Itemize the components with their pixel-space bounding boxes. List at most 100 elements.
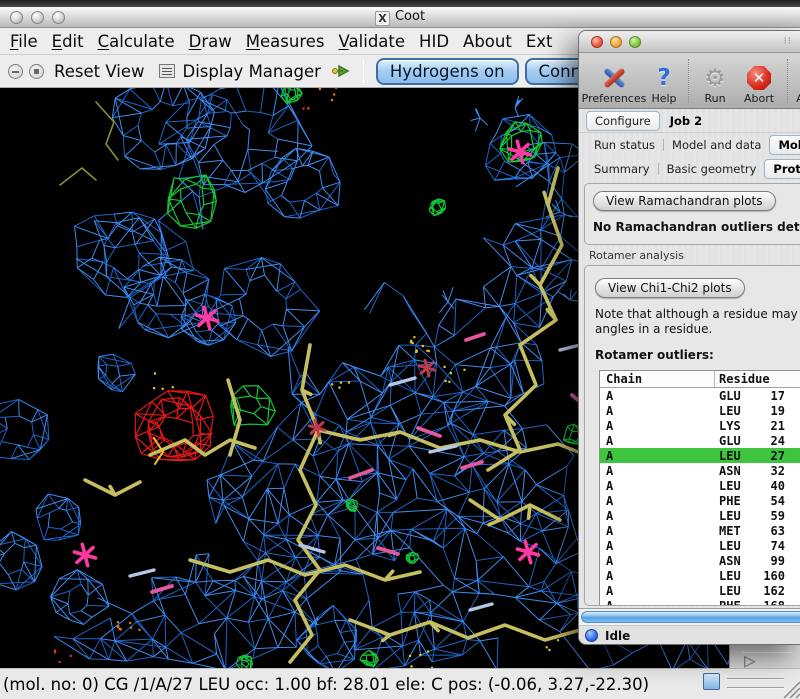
rotamer-row-met-63[interactable]: AMET63: [600, 523, 800, 538]
tab-basic-geometry[interactable]: Basic geometry: [659, 160, 765, 178]
rotamer-outlier-table[interactable]: Chain Residue AGLU17ALEU19ALYS21AGLU24AL…: [599, 370, 800, 606]
scale-swatch[interactable]: [703, 673, 720, 690]
cell-residue: ASN99: [715, 554, 800, 568]
table-body: AGLU17ALEU19ALYS21AGLU24ALEU27AASN32ALEU…: [600, 388, 800, 606]
panel-titlebar[interactable]: ⁝⁝: [579, 31, 800, 53]
panel-minimize-button[interactable]: [610, 36, 622, 48]
tab-run-status[interactable]: Run status: [586, 136, 663, 154]
panel-close-button[interactable]: [591, 36, 603, 48]
menu-item-validate[interactable]: Validate: [339, 32, 406, 51]
display-manager-icon[interactable]: [159, 64, 175, 78]
residue-name: LEU: [719, 584, 755, 598]
preferences-button[interactable]: Preferences: [583, 64, 645, 105]
redo-view-icon[interactable]: [29, 64, 44, 79]
residue-number: 74: [755, 539, 785, 553]
help-button[interactable]: ? Help: [645, 64, 683, 105]
menu-item-draw[interactable]: Draw: [189, 32, 232, 51]
menu-item-calculate[interactable]: Calculate: [98, 32, 175, 51]
residue-number: 40: [755, 479, 785, 493]
rotamer-row-asn-99[interactable]: AASN99: [600, 553, 800, 568]
overflow-tool-button[interactable]: A: [793, 64, 800, 105]
panel-horizontal-scrollbar[interactable]: [579, 608, 800, 625]
residue-name: LEU: [719, 449, 755, 463]
column-residue[interactable]: Residue: [715, 372, 800, 386]
rotamer-row-leu-162[interactable]: ALEU162: [600, 583, 800, 598]
rotamer-row-leu-59[interactable]: ALEU59: [600, 508, 800, 523]
cell-chain: A: [600, 389, 715, 403]
tab-job-2[interactable]: Job 2: [662, 112, 710, 130]
tab-model-and-data[interactable]: Model and data: [664, 136, 769, 154]
expand-triangle-icon[interactable]: ▹: [744, 648, 756, 672]
residue-number: 162: [755, 584, 785, 598]
cross-path: [74, 141, 538, 565]
column-chain[interactable]: Chain: [600, 371, 715, 387]
menu-item-about[interactable]: About: [463, 32, 512, 51]
menu-item-hid[interactable]: HID: [419, 32, 449, 51]
panel-zoom-button[interactable]: [629, 36, 641, 48]
rotamer-row-phe-54[interactable]: APHE54: [600, 493, 800, 508]
hydrogens-toggle-button[interactable]: Hydrogens on: [376, 58, 519, 85]
category-tabs: SummaryBasic geometryProteinC: [579, 157, 800, 180]
rotamer-frame: View Chi1-Chi2 plots Note that although …: [584, 265, 800, 606]
status-bar: (mol. no: 0) CG /1/A/27 LEU occ: 1.00 bf…: [0, 668, 800, 699]
scatter-dots: [54, 107, 310, 663]
rotamer-row-glu-24[interactable]: AGLU24: [600, 433, 800, 448]
cell-residue: LEU74: [715, 539, 800, 553]
cell-residue: LEU40: [715, 479, 800, 493]
rotamer-row-glu-17[interactable]: AGLU17: [600, 388, 800, 403]
cell-residue: GLU24: [715, 434, 800, 448]
rotamer-row-leu-160[interactable]: ALEU160: [600, 568, 800, 583]
cell-chain: A: [600, 449, 715, 463]
table-header[interactable]: Chain Residue: [600, 371, 800, 388]
cell-residue: LYS21: [715, 419, 800, 433]
reset-view-button[interactable]: Reset View: [54, 62, 145, 81]
tab-molprobit[interactable]: MolProbit: [769, 135, 800, 155]
rotamer-row-leu-74[interactable]: ALEU74: [600, 538, 800, 553]
tab-protein[interactable]: Protein: [764, 159, 800, 179]
ramachandran-status-text: No Ramachandran outliers detecte: [593, 220, 800, 234]
go-arrow-icon[interactable]: [331, 64, 353, 78]
window-titlebar[interactable]: XCoot: [0, 7, 800, 28]
rotamer-row-leu-19[interactable]: ALEU19: [600, 403, 800, 418]
cell-residue: LEU162: [715, 584, 800, 598]
panel-toolbar-separator2: [787, 59, 788, 103]
residue-number: 63: [755, 524, 785, 538]
view-ramachandran-plots-button[interactable]: View Ramachandran plots: [593, 191, 776, 211]
residue-name: GLU: [719, 434, 755, 448]
residue-name: PHE: [719, 599, 755, 607]
rotamer-frame-label: Rotamer analysis: [589, 249, 800, 264]
cell-chain: A: [600, 419, 715, 433]
job-tabs: ConfigureJob 2: [579, 109, 800, 133]
residue-name: GLU: [719, 389, 755, 403]
rotamer-row-leu-27[interactable]: ALEU27: [600, 448, 800, 463]
rotamer-row-asn-32[interactable]: AASN32: [600, 463, 800, 478]
abort-button[interactable]: ✕ Abort: [736, 64, 782, 105]
menu-item-measures[interactable]: Measures: [246, 32, 325, 51]
abort-icon: ✕: [747, 64, 771, 92]
tab-summary[interactable]: Summary: [586, 160, 658, 178]
bottom-right-chrome: [729, 645, 800, 668]
view-chi1-chi2-plots-button[interactable]: View Chi1-Chi2 plots: [595, 278, 745, 298]
cell-residue: MET63: [715, 524, 800, 538]
toolbar-overflow-icon: ⁝⁝: [784, 36, 792, 47]
olive-path: [60, 102, 118, 185]
menu-item-ext[interactable]: Ext: [526, 32, 553, 51]
cell-chain: A: [600, 464, 715, 478]
resize-grip[interactable]: [780, 681, 800, 698]
display-manager-button[interactable]: Display Manager: [183, 62, 321, 81]
rotamer-row-phe-168[interactable]: APHE168: [600, 598, 800, 606]
residue-name: LEU: [719, 509, 755, 523]
help-icon: ?: [657, 64, 670, 92]
cell-chain: A: [600, 584, 715, 598]
run-gear-icon: ⚙: [704, 64, 726, 92]
rotamer-row-lys-21[interactable]: ALYS21: [600, 418, 800, 433]
rotamer-row-leu-40[interactable]: ALEU40: [600, 478, 800, 493]
menu-item-file[interactable]: File: [10, 32, 38, 51]
residue-name: ASN: [719, 464, 755, 478]
tab-configure[interactable]: Configure: [586, 111, 660, 131]
menu-item-edit[interactable]: Edit: [52, 32, 84, 51]
scrollbar-thumb[interactable]: [581, 611, 800, 623]
undo-view-icon[interactable]: [8, 64, 23, 79]
run-button[interactable]: ⚙ Run: [694, 64, 736, 105]
cell-residue: PHE168: [715, 599, 800, 607]
